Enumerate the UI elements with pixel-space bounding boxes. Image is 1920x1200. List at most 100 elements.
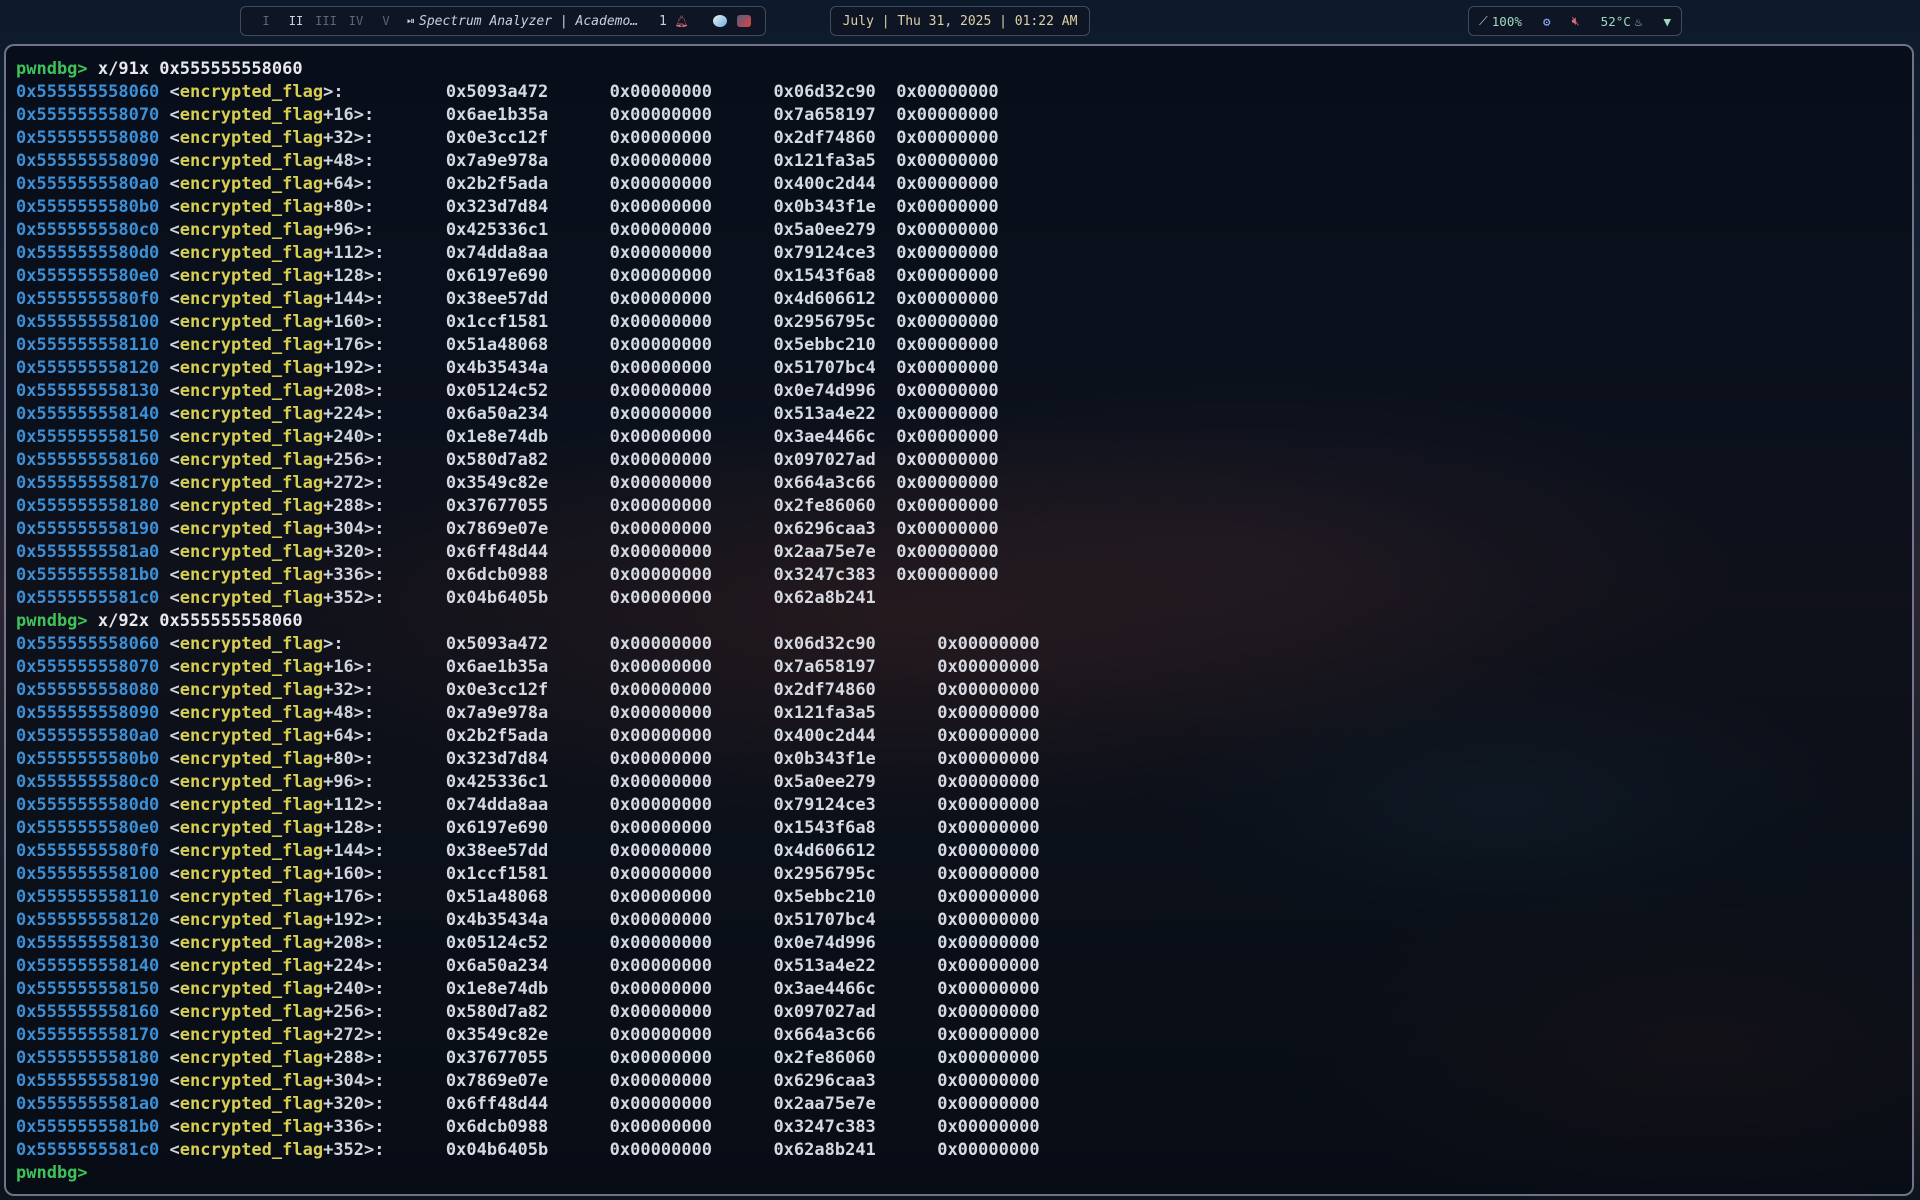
- memory-value: 0x51707bc4: [773, 358, 897, 378]
- prompt: pwndbg>: [16, 611, 88, 631]
- symbol-bracket: <: [159, 1071, 180, 1091]
- terminal-window[interactable]: pwndbg> x/91x 0x555555558060 0x5555555580…: [4, 44, 1914, 1196]
- memory-value: 0x00000000: [937, 795, 1061, 815]
- symbol-bracket: <: [159, 151, 180, 171]
- notification-count[interactable]: 1 🔔︎: [659, 14, 689, 29]
- symbol-name: encrypted_flag: [179, 381, 324, 401]
- symbol-offset: +304>:: [323, 1071, 446, 1091]
- memory-address: 0x5555555581a0: [16, 1094, 160, 1114]
- memory-value: 0x00000000: [937, 818, 1061, 838]
- memory-row: 0x5555555581c0 <encrypted_flag+352>: 0x0…: [16, 1139, 1060, 1162]
- settings-status[interactable]: ⚙: [1543, 14, 1551, 29]
- memory-address: 0x555555558090: [16, 703, 160, 723]
- memory-value: 0x00000000: [609, 519, 774, 539]
- symbol-name: encrypted_flag: [179, 703, 324, 723]
- tray-app-icon[interactable]: [712, 15, 727, 27]
- memory-value: 0x2fe86060: [773, 496, 897, 516]
- media-player[interactable]: ⏯ Spectrum Analyzer | Academo…: [407, 14, 647, 29]
- wifi-status[interactable]: ▼: [1663, 14, 1671, 29]
- memory-value: 0x00000000: [609, 887, 774, 907]
- memory-address: 0x555555558070: [16, 657, 160, 677]
- symbol-name: encrypted_flag: [179, 519, 324, 539]
- memory-value: 0x3549c82e: [445, 1025, 610, 1045]
- symbol-bracket: <: [159, 864, 180, 884]
- symbol-name: encrypted_flag: [179, 404, 324, 424]
- memory-value: 0x00000000: [896, 105, 1020, 125]
- temperature-status[interactable]: 52°C ♨: [1601, 14, 1643, 29]
- memory-address: 0x5555555581c0: [16, 1140, 160, 1160]
- memory-value: 0x06d32c90: [773, 634, 938, 654]
- symbol-name: encrypted_flag: [179, 105, 324, 125]
- memory-value: 0x4b35434a: [445, 910, 610, 930]
- memory-row: 0x555555558190 <encrypted_flag+304>: 0x7…: [16, 1070, 1060, 1093]
- workspace-4[interactable]: IV: [341, 14, 371, 28]
- symbol-name: encrypted_flag: [179, 151, 324, 171]
- symbol-offset: +32>:: [323, 128, 446, 148]
- memory-value: 0x6296caa3: [773, 519, 897, 539]
- memory-value: 0x400c2d44: [773, 174, 897, 194]
- memory-value: 0x00000000: [896, 519, 1020, 539]
- workspace-2[interactable]: II: [281, 14, 311, 28]
- cpu-status[interactable]: ⟋ 100%: [1479, 13, 1522, 29]
- symbol-offset: +144>:: [323, 841, 446, 861]
- symbol-name: encrypted_flag: [179, 565, 324, 585]
- memory-value: 0x74dda8aa: [445, 243, 610, 263]
- memory-address: 0x555555558130: [16, 381, 160, 401]
- memory-value: 0x37677055: [445, 1048, 610, 1068]
- memory-row: 0x555555558180 <encrypted_flag+288>: 0x3…: [16, 495, 1060, 518]
- memory-value: 0x2fe86060: [773, 1048, 938, 1068]
- memory-row: 0x5555555581a0 <encrypted_flag+320>: 0x6…: [16, 541, 1060, 564]
- clock-panel[interactable]: July | Thu 31, 2025 | 01:22 AM: [830, 6, 1090, 36]
- symbol-bracket: <: [159, 887, 180, 907]
- memory-row: 0x5555555580d0 <encrypted_flag+112>: 0x7…: [16, 794, 1060, 817]
- prompt: pwndbg>: [16, 59, 88, 79]
- memory-value: 0x00000000: [896, 289, 1020, 309]
- symbol-offset: +96>:: [323, 772, 446, 792]
- memory-value: 0x4b35434a: [445, 358, 610, 378]
- workspace-1[interactable]: I: [251, 14, 281, 28]
- memory-value: 0x00000000: [896, 404, 1020, 424]
- tray-app2-icon[interactable]: [736, 15, 751, 27]
- memory-value: 0x00000000: [896, 174, 1020, 194]
- memory-value: 0x00000000: [937, 887, 1061, 907]
- memory-address: 0x5555555581a0: [16, 542, 160, 562]
- symbol-name: encrypted_flag: [179, 427, 324, 447]
- symbol-name: encrypted_flag: [179, 1117, 324, 1137]
- volume-status[interactable]: 🔇︎: [1572, 13, 1580, 29]
- memory-value: 0x00000000: [609, 358, 774, 378]
- memory-value: 0x51a48068: [445, 335, 610, 355]
- symbol-name: encrypted_flag: [179, 795, 324, 815]
- memory-row: 0x5555555581c0 <encrypted_flag+352>: 0x0…: [16, 587, 1060, 610]
- memory-value: 0x00000000: [896, 151, 1020, 171]
- memory-address: 0x5555555580a0: [16, 726, 160, 746]
- command-text: x/91x 0x555555558060: [87, 59, 303, 79]
- workspace-5[interactable]: V: [371, 14, 401, 28]
- memory-value: 0x00000000: [609, 1025, 774, 1045]
- symbol-bracket: <: [159, 128, 180, 148]
- memory-value: 0x00000000: [609, 473, 774, 493]
- memory-address: 0x555555558150: [16, 979, 160, 999]
- symbol-bracket: <: [159, 174, 180, 194]
- symbol-name: encrypted_flag: [179, 1140, 324, 1160]
- bell-icon: 🔔︎: [674, 14, 689, 28]
- memory-value: 0x00000000: [609, 174, 774, 194]
- memory-value: 0x664a3c66: [773, 1025, 938, 1045]
- symbol-name: encrypted_flag: [179, 243, 324, 263]
- symbol-offset: +288>:: [323, 1048, 446, 1068]
- symbol-name: encrypted_flag: [179, 772, 324, 792]
- memory-value: 0x00000000: [937, 956, 1061, 976]
- memory-address: 0x5555555580b0: [16, 197, 160, 217]
- memory-row: 0x555555558160 <encrypted_flag+256>: 0x5…: [16, 449, 1060, 472]
- memory-row: 0x555555558110 <encrypted_flag+176>: 0x5…: [16, 334, 1060, 357]
- command-text: x/92x 0x555555558060: [87, 611, 303, 631]
- memory-row: 0x5555555580f0 <encrypted_flag+144>: 0x3…: [16, 840, 1060, 863]
- memory-value: 0x580d7a82: [445, 1002, 610, 1022]
- memory-row: 0x555555558150 <encrypted_flag+240>: 0x1…: [16, 978, 1060, 1001]
- memory-address: 0x5555555580e0: [16, 266, 160, 286]
- memory-value: 0x2b2f5ada: [445, 726, 610, 746]
- prompt: pwndbg>: [16, 1163, 88, 1183]
- workspace-3[interactable]: III: [311, 14, 341, 28]
- memory-value: 0x00000000: [896, 450, 1020, 470]
- memory-value: 0x0e74d996: [773, 933, 938, 953]
- symbol-offset: +224>:: [323, 404, 446, 424]
